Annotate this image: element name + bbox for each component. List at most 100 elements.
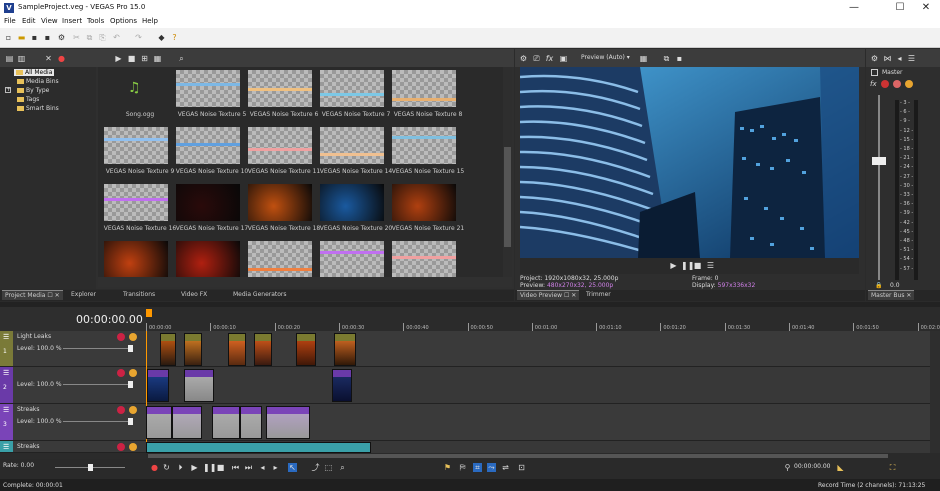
media-grid-hscrollbar[interactable] [98,277,512,287]
properties-gear-icon[interactable]: ⚙ [57,33,66,42]
help-icon[interactable]: ? [170,33,179,42]
timeline-clip[interactable] [332,369,352,402]
go-to-start-icon[interactable]: ⏮ [231,463,240,472]
track-level-slider[interactable] [63,421,128,422]
tab-transitions[interactable]: Transitions [120,290,158,300]
tab-project-media[interactable]: Project Media ☐ ✕ [2,290,63,300]
render-icon[interactable]: ◆ [157,33,166,42]
track-level-slider[interactable] [63,348,128,349]
menu-file[interactable]: File [4,17,16,25]
lock-envelopes-icon[interactable]: ⇌ [501,463,510,472]
rate-slider-knob[interactable] [88,464,93,471]
copy-snapshot-icon[interactable]: ⧉ [662,54,671,63]
record-icon[interactable]: ● [150,463,159,472]
remove-media-icon[interactable]: ✕ [44,54,53,63]
scrollbar-thumb[interactable] [504,147,511,247]
new-project-icon[interactable]: ▫ [4,33,13,42]
tree-item-smart-bins[interactable]: Smart Bins [17,105,59,112]
media-item[interactable]: VEGAS Noise Texture 15 [386,127,470,182]
ignore-grouping-icon[interactable]: ⊡ [517,463,526,472]
minimize-button[interactable]: — [842,1,866,15]
timeline-clip[interactable] [228,333,246,366]
save-icon[interactable]: ▪ [30,33,39,42]
timeline-clip[interactable] [184,369,214,402]
timeline-clip[interactable] [160,333,176,366]
views-icon[interactable]: ▦ [153,54,162,63]
timeline-clip[interactable] [240,406,262,439]
playhead-marker-icon[interactable] [146,309,152,317]
go-to-end-icon[interactable]: ⏭ [244,463,253,472]
save-as-icon[interactable]: ▪ [43,33,52,42]
timeline-vscrollbar[interactable] [930,331,940,453]
media-fx-icon[interactable]: ● [57,54,66,63]
preview-quality-dropdown[interactable]: Preview (Auto) ▾ [581,54,630,61]
previous-frame-icon[interactable]: ◂ [258,463,267,472]
timeline-clip[interactable] [334,333,356,366]
downmix-icon[interactable]: ⋈ [883,54,892,63]
media-item[interactable]: VEGAS Noise Texture 21 [386,184,470,239]
track-header[interactable]: ☰ Streaks [0,441,146,453]
track-solo-icon[interactable] [129,333,137,341]
marker-icon[interactable]: ⚑ [443,463,452,472]
preview-device-icon[interactable]: ⎚ [532,54,541,63]
stop-preview-icon[interactable]: ■ [127,54,136,63]
hscroll-thumb[interactable] [148,454,888,458]
snapping-icon[interactable]: ⌗ [473,463,482,472]
tree-item-tags[interactable]: Tags [17,96,39,103]
media-item[interactable]: VEGAS Noise Texture 8 [386,70,470,125]
track-mute-icon[interactable] [117,443,125,451]
menu-edit[interactable]: Edit [22,17,36,25]
track-name[interactable]: Streaks [17,406,39,413]
tree-item-all-media[interactable]: All Media [14,69,55,76]
track-mute-icon[interactable] [117,369,125,377]
split-screen-icon[interactable]: ▣ [559,54,568,63]
master-solo-icon[interactable] [905,80,913,88]
master-automation-icon[interactable] [893,80,901,88]
play-preview-icon[interactable]: ▶ [114,54,123,63]
tab-master-bus[interactable]: Master Bus ✕ [868,290,915,300]
timeline-clip[interactable] [147,369,169,402]
track-menu-icon[interactable]: ☰ [3,369,9,377]
master-fader-knob[interactable] [872,157,886,165]
timeline-ruler[interactable]: 00:00:00 00:00:10 00:00:20 00:00:30 00:00:40… [146,307,940,331]
track-level-slider[interactable] [63,384,128,385]
track-header[interactable]: ☰ 1 Light Leaks Level: 100.0 % [0,331,146,367]
track-solo-icon[interactable] [129,443,137,451]
track-name[interactable]: Streaks [17,443,39,450]
dim-output-icon[interactable]: ◂ [895,54,904,63]
zoom-tool-icon[interactable]: ⌕ [338,463,347,472]
track-level-knob[interactable] [128,345,133,352]
auto-preview-icon[interactable]: ⊞ [140,54,149,63]
search-icon[interactable]: ⌕ [177,54,186,63]
track-solo-icon[interactable] [129,369,137,377]
envelope-tool-icon[interactable]: ⤴ [311,463,320,472]
play-icon[interactable]: ▶ [190,463,199,472]
master-fx-icon[interactable]: fx [870,80,877,88]
track-menu-icon[interactable]: ☰ [3,406,9,414]
region-icon[interactable]: ⛿ [458,463,467,472]
track-header[interactable]: ☰ 3 Streaks Level: 100.0 % [0,404,146,441]
expand-toggle-icon[interactable]: + [5,87,11,93]
paste-icon[interactable]: ⎘ [98,33,107,42]
track-mute-icon[interactable] [117,333,125,341]
video-output-fx-icon[interactable]: fx [545,54,554,63]
timeline-clip[interactable] [146,442,371,453]
tab-video-fx[interactable]: Video FX [178,290,210,300]
auto-ripple-icon[interactable]: ⤳ [487,463,496,472]
timeline-clip[interactable] [212,406,240,439]
timeline-clip[interactable] [266,406,310,439]
media-item[interactable] [386,241,470,277]
pause-icon[interactable]: ❚❚ [203,463,216,472]
play-from-start-icon[interactable]: ⏵ [176,463,185,472]
menu-tools[interactable]: Tools [87,17,104,25]
tab-media-generators[interactable]: Media Generators [230,290,290,300]
next-frame-icon[interactable]: ▸ [271,463,280,472]
timeline-clip[interactable] [254,333,272,366]
track-menu-icon[interactable]: ☰ [3,333,9,341]
stop-icon[interactable]: ■ [216,463,225,472]
menu-options[interactable]: Options [110,17,137,25]
import-media-icon[interactable]: ▤ [5,54,14,63]
track-mute-icon[interactable] [117,406,125,414]
normal-edit-tool-icon[interactable]: ↖ [288,463,297,472]
open-folder-icon[interactable]: ▬ [17,33,26,42]
